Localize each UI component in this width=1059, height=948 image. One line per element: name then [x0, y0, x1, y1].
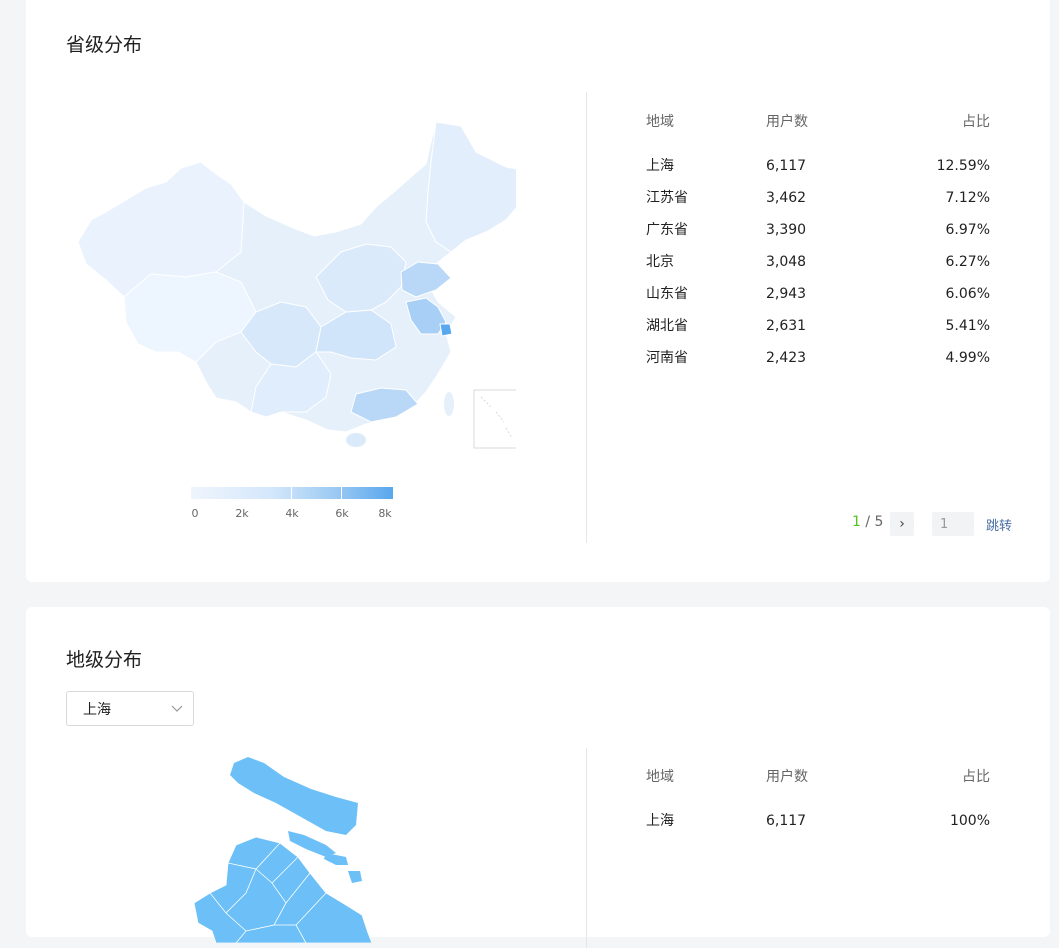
china-map-svg [77, 121, 516, 449]
region-select-value: 上海 [83, 702, 111, 718]
table-row: 山东省 2,943 6.06% [646, 278, 990, 310]
header-region: 地域 [646, 114, 674, 130]
cell-region: 河南省 [646, 350, 688, 366]
cell-users: 2,423 [766, 350, 807, 366]
province-table: 地域 用户数 占比 上海 6,117 12.59% 江苏省 3,462 7.12… [646, 106, 990, 374]
cell-users: 6,117 [766, 158, 807, 174]
table-row: 河南省 2,423 4.99% [646, 342, 990, 374]
legend-label: 2k [235, 507, 249, 520]
cell-share: 100% [949, 813, 990, 829]
cell-region: 上海 [646, 813, 674, 829]
section-divider [586, 92, 587, 543]
table-row: 江苏省 3,462 7.12% [646, 182, 990, 214]
table-header: 地域 用户数 占比 [646, 761, 990, 793]
cell-region: 山东省 [646, 286, 688, 302]
page-current: 1 [852, 514, 861, 530]
header-users: 用户数 [766, 769, 808, 785]
header-share: 占比 [962, 114, 990, 130]
cell-share: 6.06% [945, 286, 990, 302]
map-taiwan [444, 392, 454, 416]
city-section-title: 地级分布 [66, 649, 143, 671]
region-select[interactable]: 上海 [66, 691, 194, 726]
city-table: 地域 用户数 占比 上海 6,117 100% [646, 761, 990, 837]
map-color-legend: 0 2k 4k 6k 8k [191, 487, 393, 523]
shanghai-map-svg [193, 757, 373, 943]
map-region-shandong [400, 261, 452, 298]
legend-labels: 0 2k 4k 6k 8k [191, 507, 393, 523]
cell-share: 4.99% [945, 350, 990, 366]
map-region-guangdong [350, 387, 419, 423]
page-total: 5 [874, 514, 884, 530]
table-header: 地域 用户数 占比 [646, 106, 990, 138]
map-south-sea-inset [473, 389, 516, 449]
map-hainan [346, 433, 366, 447]
table-row: 广东省 3,390 6.97% [646, 214, 990, 246]
cell-share: 6.27% [945, 254, 990, 270]
cell-users: 3,048 [766, 254, 807, 270]
cell-users: 3,462 [766, 190, 807, 206]
cell-region: 湖北省 [646, 318, 688, 334]
cell-region: 广东省 [646, 222, 688, 238]
cell-users: 2,631 [766, 318, 807, 334]
legend-label: 6k [335, 507, 349, 520]
map-region-northeast [425, 121, 516, 253]
map-chongming [230, 757, 358, 835]
next-page-button[interactable]: › [890, 512, 914, 536]
map-island [324, 853, 348, 865]
cell-users: 2,943 [766, 286, 807, 302]
legend-tick [291, 487, 292, 499]
page-jump-input[interactable] [932, 512, 974, 536]
cell-users: 6,117 [766, 813, 807, 829]
table-row: 湖北省 2,631 5.41% [646, 310, 990, 342]
map-island [288, 831, 336, 857]
cell-users: 3,390 [766, 222, 807, 238]
legend-label: 0 [191, 507, 199, 520]
legend-label: 8k [378, 507, 392, 520]
city-distribution-card: 地级分布 上海 地域 用户数 占比 上海 6,117 100% [26, 607, 1050, 948]
jump-button[interactable]: 跳转 [986, 515, 1012, 534]
chevron-down-icon [171, 705, 183, 712]
header-share: 占比 [962, 769, 990, 785]
cell-share: 5.41% [945, 318, 990, 334]
legend-label: 4k [285, 507, 299, 520]
province-section-title: 省级分布 [66, 34, 143, 56]
shanghai-district-map[interactable] [176, 753, 376, 943]
cell-region: 上海 [646, 158, 674, 174]
china-province-map[interactable] [66, 112, 516, 462]
province-distribution-card: 省级分布 0 2k 4k 6k 8k 地域 用户数 占比 上海 6,117 12… [26, 0, 1050, 582]
cell-share: 7.12% [945, 190, 990, 206]
table-row: 上海 6,117 12.59% [646, 150, 990, 182]
cell-region: 北京 [646, 254, 674, 270]
legend-tick [341, 487, 342, 499]
cell-share: 12.59% [936, 158, 990, 174]
cell-region: 江苏省 [646, 190, 688, 206]
header-region: 地域 [646, 769, 674, 785]
page-indicator: 1 / 5 [852, 514, 883, 530]
header-users: 用户数 [766, 114, 808, 130]
map-mainland [193, 836, 373, 943]
chevron-right-icon: › [899, 516, 905, 532]
map-island [348, 871, 362, 883]
section-divider [586, 748, 587, 948]
page-separator: / [860, 514, 875, 530]
map-region-shanghai [439, 323, 453, 337]
table-row: 北京 3,048 6.27% [646, 246, 990, 278]
legend-gradient-bar [191, 487, 393, 499]
table-row: 上海 6,117 100% [646, 805, 990, 837]
cell-share: 6.97% [945, 222, 990, 238]
